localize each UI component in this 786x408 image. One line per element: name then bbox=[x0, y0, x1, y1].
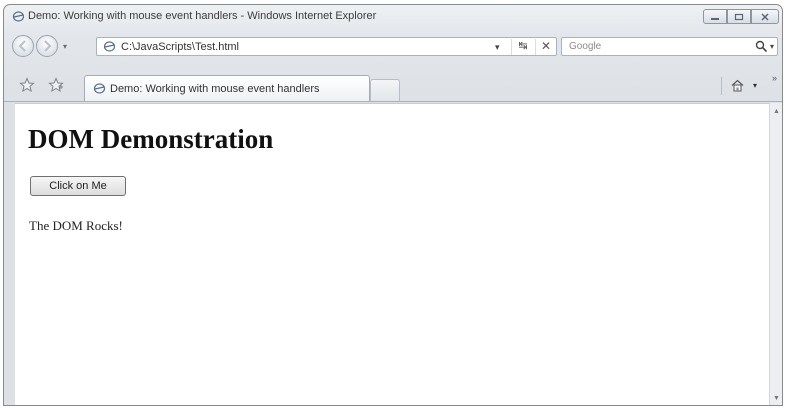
forward-button[interactable] bbox=[36, 35, 58, 57]
window-title: Demo: Working with mouse event handlers … bbox=[28, 10, 377, 22]
home-icon[interactable] bbox=[730, 78, 745, 93]
search-box: ▾ bbox=[561, 37, 778, 56]
back-button[interactable] bbox=[12, 35, 34, 57]
title-bar[interactable]: Demo: Working with mouse event handlers … bbox=[4, 5, 782, 29]
minimize-button[interactable] bbox=[703, 9, 727, 24]
stop-icon: ✕ bbox=[540, 39, 552, 53]
back-icon bbox=[18, 40, 26, 52]
tab-current[interactable]: Demo: Working with mouse event handlers bbox=[84, 75, 370, 101]
body-text: The DOM Rocks! bbox=[29, 218, 123, 233]
maximize-button[interactable] bbox=[727, 9, 751, 24]
close-button[interactable] bbox=[751, 9, 779, 24]
navigation-bar: ▾ C:\JavaScripts\Test.html ▾ ↹ ✕ ▾ bbox=[4, 31, 782, 61]
address-bar[interactable]: C:\JavaScripts\Test.html ▾ ↹ ✕ bbox=[96, 37, 557, 56]
refresh-button[interactable]: ↹ bbox=[511, 39, 534, 55]
stop-button[interactable]: ✕ bbox=[535, 39, 556, 55]
address-dropdown[interactable]: ▾ bbox=[495, 42, 500, 53]
add-favorite-icon[interactable] bbox=[48, 77, 64, 93]
tab-label: Demo: Working with mouse event handlers bbox=[110, 83, 320, 95]
ie-page-icon bbox=[103, 41, 116, 52]
refresh-icon: ↹ bbox=[518, 40, 528, 52]
minimize-icon bbox=[711, 17, 719, 20]
scroll-up-icon[interactable]: ▲ bbox=[773, 108, 780, 115]
ie-page-icon bbox=[93, 83, 106, 94]
toolbar-divider bbox=[721, 77, 722, 95]
window-controls bbox=[703, 9, 779, 24]
page-title: DOM Demonstration bbox=[28, 124, 274, 154]
search-icon[interactable] bbox=[755, 40, 768, 53]
scroll-down-icon[interactable]: ▼ bbox=[773, 395, 780, 402]
tab-bar: Demo: Working with mouse event handlers … bbox=[4, 69, 782, 102]
browser-window: Demo: Working with mouse event handlers … bbox=[3, 4, 783, 406]
new-tab-button[interactable] bbox=[370, 79, 400, 101]
maximize-icon bbox=[734, 13, 744, 20]
page-content: DOM Demonstration Click on Me The DOM Ro… bbox=[15, 103, 769, 405]
toolbar-overflow-chevron[interactable]: » bbox=[772, 73, 777, 83]
forward-icon bbox=[44, 40, 52, 52]
vertical-scrollbar[interactable]: ▲ ▼ bbox=[769, 103, 782, 405]
recent-pages-dropdown[interactable]: ▾ bbox=[63, 42, 67, 51]
search-input[interactable] bbox=[562, 38, 749, 55]
close-icon bbox=[761, 12, 769, 21]
search-options-dropdown[interactable]: ▾ bbox=[770, 42, 774, 51]
click-on-me-button[interactable]: Click on Me bbox=[30, 176, 126, 196]
favorites-star-icon[interactable] bbox=[19, 77, 35, 93]
home-dropdown[interactable]: ▾ bbox=[753, 81, 757, 90]
address-url[interactable]: C:\JavaScripts\Test.html bbox=[121, 41, 239, 53]
ie-page-icon bbox=[12, 11, 25, 22]
